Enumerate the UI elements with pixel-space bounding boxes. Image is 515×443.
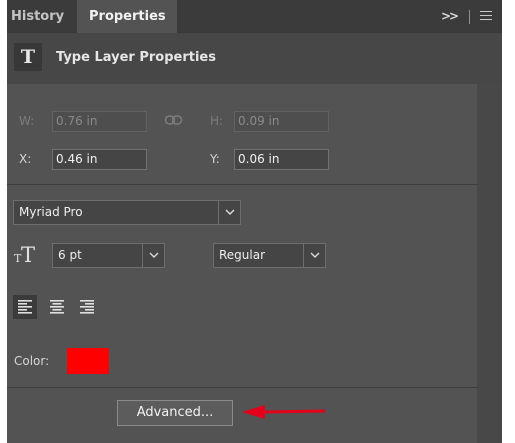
font-family-dropdown[interactable]: Myriad Pro xyxy=(13,200,241,225)
align-center-icon xyxy=(50,300,64,314)
font-style-dropdown[interactable]: Regular xyxy=(213,243,326,268)
y-label: Y: xyxy=(210,152,220,166)
type-layer-icon: T xyxy=(14,43,42,71)
x-label: X: xyxy=(19,152,32,166)
font-size-value: 6 pt xyxy=(58,248,82,262)
align-center-button[interactable] xyxy=(45,295,69,319)
color-label: Color: xyxy=(14,354,50,368)
font-size-dropdown[interactable]: 6 pt xyxy=(52,243,165,268)
font-family-value: Myriad Pro xyxy=(19,205,83,219)
chevron-down-icon xyxy=(142,244,164,267)
x-position-field[interactable]: 0.46 in xyxy=(52,149,147,170)
panel-content: W: 0.76 in H: 0.09 in X: 0.46 in Y: 0.06… xyxy=(7,84,477,443)
chain-link-icon[interactable] xyxy=(165,115,183,126)
height-label: H: xyxy=(210,114,224,128)
font-style-value: Regular xyxy=(219,248,266,262)
chevron-down-icon xyxy=(303,244,325,267)
align-left-icon xyxy=(18,300,32,314)
tab-properties[interactable]: Properties xyxy=(77,0,177,33)
panel-tab-bar: History Properties >> xyxy=(7,0,502,33)
width-label: W: xyxy=(19,114,35,128)
tab-history[interactable]: History xyxy=(11,0,64,33)
red-arrow-annotation xyxy=(242,405,326,419)
align-left-button[interactable] xyxy=(13,295,37,319)
height-field: 0.09 in xyxy=(234,111,329,132)
hamburger-menu-icon[interactable] xyxy=(480,11,492,22)
panel-title: Type Layer Properties xyxy=(56,50,216,65)
width-field: 0.76 in xyxy=(52,111,147,132)
advanced-button[interactable]: Advanced... xyxy=(117,400,233,426)
svg-text:T: T xyxy=(21,243,35,264)
tab-bar-separator xyxy=(469,10,470,24)
chevron-down-icon xyxy=(218,201,240,224)
panel-scrollbar[interactable] xyxy=(477,84,502,443)
align-right-icon xyxy=(80,300,94,314)
color-swatch[interactable] xyxy=(67,348,109,374)
align-right-button[interactable] xyxy=(75,295,99,319)
y-position-field[interactable]: 0.06 in xyxy=(234,149,329,170)
properties-panel: History Properties >> T Type Layer Prope… xyxy=(7,0,502,443)
font-size-icon: T T xyxy=(14,243,35,264)
double-chevron-right-icon[interactable]: >> xyxy=(441,0,459,33)
panel-header: T Type Layer Properties xyxy=(7,33,502,84)
section-divider xyxy=(7,184,477,185)
section-divider xyxy=(7,387,477,388)
